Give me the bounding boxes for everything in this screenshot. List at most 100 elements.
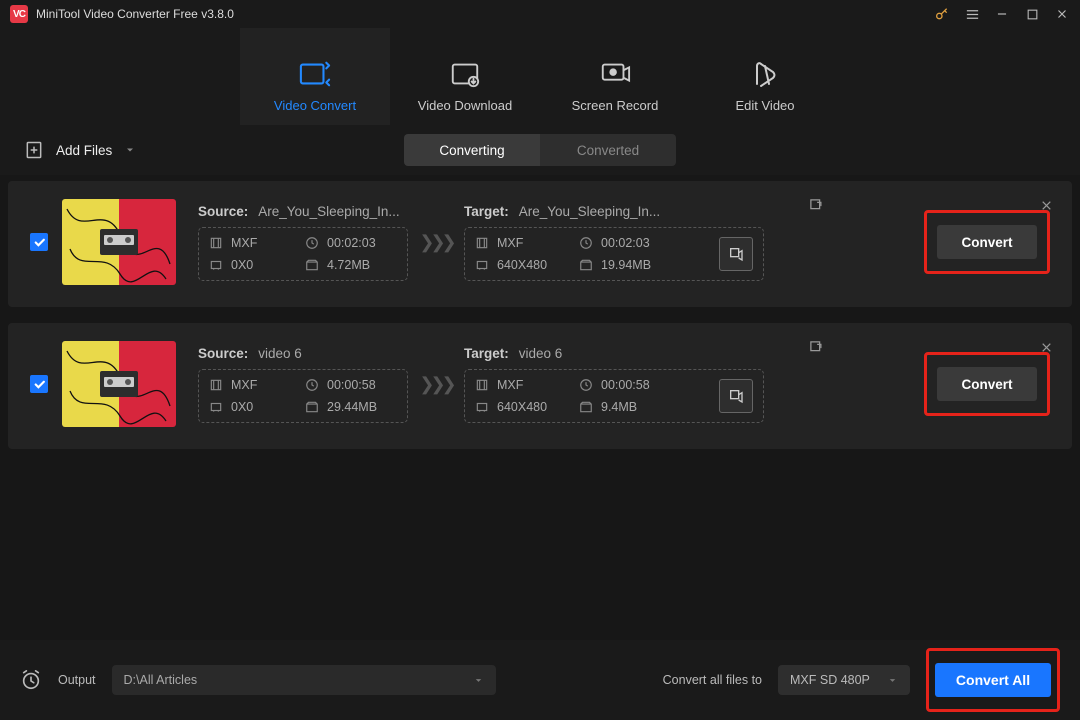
tab-video-convert[interactable]: Video Convert — [240, 28, 390, 125]
target-spec-box: MXF 00:00:58 640X480 9.4MB — [464, 369, 764, 423]
dimensions-icon — [209, 258, 223, 272]
chevron-down-icon[interactable] — [124, 144, 136, 156]
download-icon — [449, 58, 481, 90]
source-spec-box: MXF 00:02:03 0X0 4.72MB — [198, 227, 408, 281]
clock-icon — [305, 236, 319, 250]
tgt-size: 19.94MB — [601, 258, 651, 272]
output-label: Output — [58, 673, 96, 687]
format-icon — [475, 236, 489, 250]
output-profile: MXF SD 480P — [790, 673, 870, 687]
clock-icon — [579, 378, 593, 392]
add-file-icon — [24, 140, 44, 160]
format-icon — [475, 378, 489, 392]
key-icon[interactable] — [934, 6, 950, 22]
src-size: 29.44MB — [327, 400, 377, 414]
tgt-size: 9.4MB — [601, 400, 637, 414]
tab-video-download[interactable]: Video Download — [390, 28, 540, 125]
cassette-wire — [62, 199, 176, 285]
source-name: Are_You_Sleeping_In... — [258, 204, 399, 219]
convert-all-label: Convert all files to — [663, 673, 762, 687]
edit-item-button[interactable] — [808, 197, 824, 213]
app-title: MiniTool Video Converter Free v3.8.0 — [36, 7, 234, 21]
filesize-icon — [579, 258, 593, 272]
status-segment: Converting Converted — [404, 134, 676, 166]
cassette-wire — [62, 341, 176, 427]
checkbox[interactable] — [30, 233, 48, 251]
source-label: Source: — [198, 346, 248, 361]
tab-label: Video Download — [418, 98, 512, 113]
convert-highlight: Convert — [924, 352, 1050, 416]
titlebar: VC MiniTool Video Converter Free v3.8.0 — [0, 0, 1080, 28]
tgt-dimensions: 640X480 — [497, 258, 547, 272]
clock-icon — [579, 236, 593, 250]
edit-item-button[interactable] — [808, 339, 824, 355]
alarm-icon[interactable] — [20, 669, 42, 691]
tgt-duration: 00:02:03 — [601, 236, 650, 250]
convert-icon — [299, 58, 331, 90]
tab-label: Screen Record — [572, 98, 659, 113]
source-spec-box: MXF 00:00:58 0X0 29.44MB — [198, 369, 408, 423]
convert-highlight: Convert — [924, 210, 1050, 274]
target-block: Target: Are_You_Sleeping_In... MXF 00:02:… — [464, 204, 764, 281]
target-settings-button[interactable] — [719, 237, 753, 271]
seg-converting[interactable]: Converting — [404, 134, 540, 166]
tab-screen-record[interactable]: Screen Record — [540, 28, 690, 125]
toolbar: Add Files Converting Converted — [0, 125, 1080, 175]
tgt-format: MXF — [497, 236, 523, 250]
checkbox[interactable] — [30, 375, 48, 393]
chevron-down-icon — [473, 675, 484, 686]
tab-label: Edit Video — [735, 98, 794, 113]
target-name: video 6 — [519, 346, 563, 361]
remove-item-button[interactable] — [1038, 339, 1054, 355]
output-profile-select[interactable]: MXF SD 480P — [778, 665, 910, 695]
seg-converted[interactable]: Converted — [540, 134, 676, 166]
menu-icon[interactable] — [964, 6, 980, 22]
convert-button[interactable]: Convert — [937, 225, 1037, 259]
file-list: Source: Are_You_Sleeping_In... MXF 00:02:… — [0, 175, 1080, 640]
source-block: Source:video 6 MXF 00:00:58 0X0 29.44MB — [198, 346, 408, 423]
close-icon[interactable] — [1054, 6, 1070, 22]
src-format: MXF — [231, 236, 257, 250]
tab-label: Video Convert — [274, 98, 356, 113]
dimensions-icon — [475, 400, 489, 414]
add-files-label: Add Files — [56, 143, 112, 158]
target-label: Target: — [464, 204, 509, 219]
src-format: MXF — [231, 378, 257, 392]
app-logo: VC — [10, 5, 28, 23]
filesize-icon — [305, 400, 319, 414]
output-path: D:\All Articles — [124, 673, 198, 687]
format-icon — [209, 236, 223, 250]
record-icon — [599, 58, 631, 90]
tab-edit-video[interactable]: Edit Video — [690, 28, 840, 125]
target-name: Are_You_Sleeping_In... — [519, 204, 660, 219]
arrow-icon: ❯❯❯ — [408, 374, 464, 395]
thumbnail — [62, 341, 176, 427]
edit-icon — [749, 58, 781, 90]
output-path-select[interactable]: D:\All Articles — [112, 665, 496, 695]
main-nav: Video Convert Video Download Screen Reco… — [0, 28, 1080, 125]
convert-all-button[interactable]: Convert All — [935, 663, 1051, 697]
src-duration: 00:02:03 — [327, 236, 376, 250]
tgt-dimensions: 640X480 — [497, 400, 547, 414]
target-spec-box: MXF 00:02:03 640X480 19.94MB — [464, 227, 764, 281]
convert-button[interactable]: Convert — [937, 367, 1037, 401]
src-dimensions: 0X0 — [231, 258, 253, 272]
maximize-icon[interactable] — [1024, 6, 1040, 22]
target-settings-button[interactable] — [719, 379, 753, 413]
remove-item-button[interactable] — [1038, 197, 1054, 213]
thumbnail — [62, 199, 176, 285]
dimensions-icon — [209, 400, 223, 414]
minimize-icon[interactable] — [994, 6, 1010, 22]
tgt-duration: 00:00:58 — [601, 378, 650, 392]
format-icon — [209, 378, 223, 392]
add-files-button[interactable]: Add Files — [8, 125, 152, 175]
tgt-format: MXF — [497, 378, 523, 392]
clock-icon — [305, 378, 319, 392]
arrow-icon: ❯❯❯ — [408, 232, 464, 253]
file-card: Source:video 6 MXF 00:00:58 0X0 29.44MB … — [8, 323, 1072, 449]
target-block: Target:video 6 MXF 00:00:58 640X480 9.4M… — [464, 346, 764, 423]
src-size: 4.72MB — [327, 258, 370, 272]
file-card: Source:Are_You_Sleeping_In... MXF 00:02:… — [8, 181, 1072, 307]
filesize-icon — [579, 400, 593, 414]
filesize-icon — [305, 258, 319, 272]
